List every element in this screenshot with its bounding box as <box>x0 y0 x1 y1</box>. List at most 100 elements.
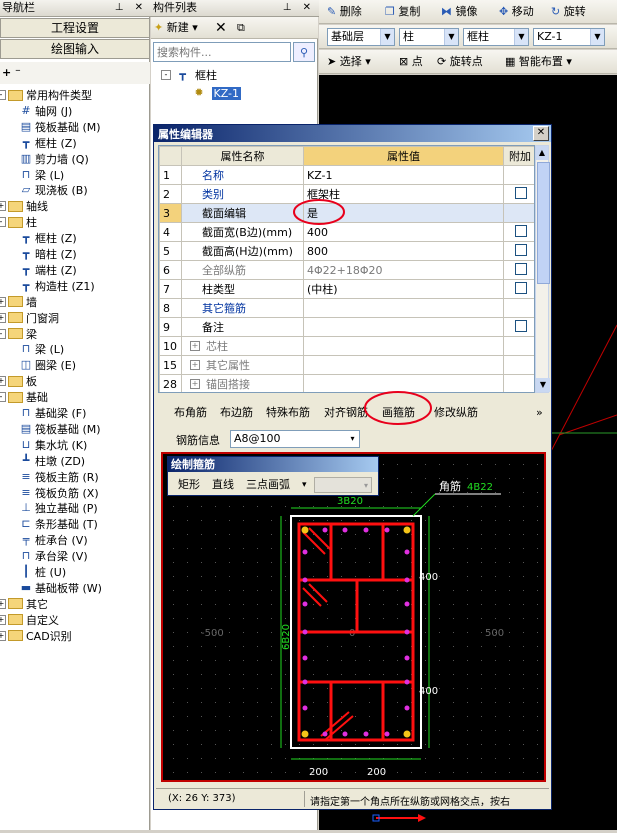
nav-tree-item[interactable]: ▥ 剪力墙 (Q) <box>20 152 89 168</box>
section-canvas[interactable]: -500 0 500 <box>161 452 546 782</box>
property-row[interactable]: 7 柱类型 (中柱) <box>159 279 534 299</box>
rebar-tab[interactable]: 布角筋 <box>174 404 207 422</box>
mirror-button[interactable]: ⧓ 镜像 <box>441 3 478 21</box>
nav-tree-item[interactable]: ≡ 筏板负筋 (X) <box>20 486 98 502</box>
property-row[interactable]: 15 + 其它属性 <box>159 355 534 375</box>
nav-tree-folder[interactable]: + 其它 <box>0 597 48 613</box>
nav-tree-item[interactable]: ⊓ 梁 (L) <box>20 342 65 358</box>
close-icon[interactable]: ✕ <box>533 126 549 141</box>
expand-icon[interactable]: + <box>190 360 200 370</box>
collapse-icon[interactable]: - <box>0 328 6 339</box>
nav-tree-folder[interactable]: + CAD识别 <box>0 629 72 645</box>
tab-more-icon[interactable]: » <box>536 404 543 422</box>
nav-tree-item[interactable]: ⊓ 承台梁 (V) <box>20 549 88 565</box>
arc-extra-select[interactable]: ▾ <box>314 477 372 493</box>
property-row[interactable]: 1 名称 KZ-1 <box>159 165 534 185</box>
nav-tree-folder[interactable]: + 墙 <box>0 295 37 311</box>
expand-icon[interactable]: + <box>0 376 6 387</box>
nav-tree-item[interactable]: ┳ 框柱 (Z) <box>20 136 77 152</box>
property-row-value[interactable] <box>303 317 504 337</box>
property-row-value[interactable]: (中柱) <box>303 279 504 299</box>
property-row[interactable]: 28 + 锚固搭接 <box>159 374 534 392</box>
expand-icon[interactable]: + <box>190 379 200 389</box>
move-button[interactable]: ✥ 移动 <box>499 3 534 21</box>
collapse-icon[interactable]: - <box>0 392 6 403</box>
type-select[interactable]: 框柱 ▼ <box>463 28 529 46</box>
extra-checkbox[interactable] <box>515 262 527 275</box>
property-row[interactable]: 9 备注 <box>159 317 534 337</box>
rotate-point-button[interactable]: ⟳ 旋转点 <box>437 53 483 71</box>
extra-checkbox[interactable] <box>515 281 527 294</box>
nav-tree-folder[interactable]: - 常用构件类型 <box>0 88 92 104</box>
nav-tree-item[interactable]: ┻ 柱墩 (ZD) <box>20 454 85 470</box>
expand-icon[interactable]: + <box>0 614 6 625</box>
panel-pin-close-icons[interactable]: ⊥ ✕ <box>283 0 315 16</box>
floor-select[interactable]: 基础层 ▼ <box>327 28 395 46</box>
property-row[interactable]: 5 截面高(H边)(mm) 800 <box>159 241 534 261</box>
arc-tool-dropdown[interactable]: ▾ <box>302 476 307 494</box>
rotate-button[interactable]: ↻ 旋转 <box>551 3 586 21</box>
nav-tree-folder[interactable]: - 基础 <box>0 390 48 406</box>
property-row-value[interactable] <box>303 336 504 356</box>
nav-tree-item[interactable]: ⊥ 独立基础 (P) <box>20 501 98 517</box>
rebar-tab[interactable]: 修改纵筋 <box>434 404 478 422</box>
scroll-thumb[interactable] <box>537 162 550 284</box>
new-component-button[interactable]: ✦ 新建 ▾ <box>154 19 198 37</box>
nav-tree-folder[interactable]: + 自定义 <box>0 613 59 629</box>
property-row-value[interactable] <box>303 298 504 318</box>
property-table-scrollbar[interactable]: ▲ ▼ <box>535 145 550 393</box>
collapse-icon[interactable]: - <box>0 90 6 100</box>
property-row[interactable]: 10 + 芯柱 <box>159 336 534 356</box>
nav-tree-item[interactable]: ┳ 构造柱 (Z1) <box>20 279 95 295</box>
select-button[interactable]: ➤ 选择 ▾ <box>327 53 371 71</box>
rebar-tab[interactable]: 特殊布筋 <box>266 404 310 422</box>
expand-icon[interactable]: + <box>0 630 6 641</box>
nav-tree-folder[interactable]: + 轴线 <box>0 199 48 215</box>
item-select[interactable]: KZ-1 ▼ <box>533 28 605 46</box>
nav-tree-item[interactable]: ┳ 暗柱 (Z) <box>20 247 77 263</box>
expand-icon[interactable]: + <box>0 296 6 307</box>
expand-icon[interactable]: + <box>0 312 6 323</box>
delete-component-icon[interactable]: ✕ <box>215 19 227 37</box>
panel-pin-close-icons[interactable]: ⊥ ✕ <box>115 0 147 16</box>
nav-tree-folder[interactable]: -柱 <box>0 215 37 231</box>
property-row-value[interactable]: KZ-1 <box>303 165 504 185</box>
nav-tree-item[interactable]: ╤ 桩承台 (V) <box>20 533 88 549</box>
property-row-value[interactable]: 800 <box>303 241 504 261</box>
nav-tree-item[interactable]: ⊏ 条形基础 (T) <box>20 517 97 533</box>
nav-tree-item[interactable]: ┳ 框柱 (Z) <box>20 231 77 247</box>
property-row-value[interactable]: 4Φ22+18Φ20 <box>303 260 504 280</box>
delete-button[interactable]: ✎ 删除 <box>327 3 362 21</box>
smart-layout-button[interactable]: ▦ 智能布置 ▾ <box>505 53 572 71</box>
collapse-icon[interactable]: - <box>0 217 6 228</box>
extra-checkbox[interactable] <box>515 186 527 199</box>
copy-component-icon[interactable]: ⧉ <box>237 19 245 37</box>
rect-tool-button[interactable]: 矩形 <box>178 476 200 494</box>
nav-tree-item[interactable]: ⊔ 集水坑 (K) <box>20 438 88 454</box>
nav-tree-item[interactable]: ▤ 筏板基础 (M) <box>20 422 101 438</box>
nav-tree-folder[interactable]: + 门窗洞 <box>0 311 59 327</box>
scroll-up-icon[interactable]: ▲ <box>536 146 548 160</box>
expand-icon[interactable]: + <box>190 341 200 351</box>
expand-icon[interactable]: + <box>0 201 6 212</box>
nav-tree-item[interactable]: ▱ 现浇板 (B) <box>20 183 88 199</box>
nav-tree-item[interactable]: ┃ 桩 (U) <box>20 565 66 581</box>
nav-tree-folder[interactable]: + 板 <box>0 374 37 390</box>
extra-checkbox[interactable] <box>515 319 527 332</box>
scroll-down-icon[interactable]: ▼ <box>536 378 550 392</box>
nav-tree-item[interactable]: ⊓ 基础梁 (F) <box>20 406 87 422</box>
property-row-value[interactable] <box>303 355 504 375</box>
component-tree-root[interactable]: - ┳ 框柱 <box>161 68 217 84</box>
nav-tree-item[interactable]: ┳ 端柱 (Z) <box>20 263 77 279</box>
project-settings-button[interactable]: 工程设置 <box>0 18 150 38</box>
property-row[interactable]: 6 全部纵筋 4Φ22+18Φ20 <box>159 260 534 280</box>
arc-tool-button[interactable]: 三点画弧 <box>246 476 290 494</box>
rebar-info-select[interactable]: A8@100 ▾ <box>230 430 360 448</box>
copy-button[interactable]: ❐ 复制 <box>385 3 420 21</box>
point-button[interactable]: ⊠ 点 <box>399 53 423 71</box>
draw-input-button[interactable]: 绘图输入 <box>0 39 150 59</box>
line-tool-button[interactable]: 直线 <box>212 476 234 494</box>
rebar-tab[interactable]: 布边筋 <box>220 404 253 422</box>
collapse-icon[interactable]: - <box>161 70 171 80</box>
expand-icon[interactable]: + <box>0 598 6 609</box>
